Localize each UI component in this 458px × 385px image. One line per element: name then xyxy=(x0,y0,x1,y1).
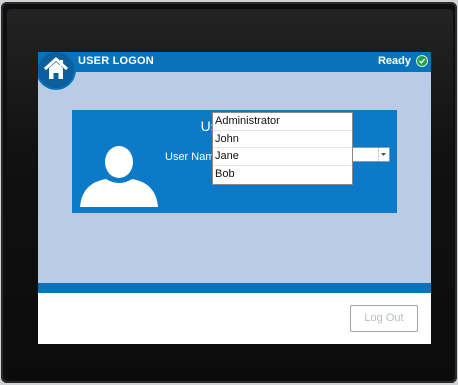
home-icon xyxy=(43,57,69,79)
ready-check-icon xyxy=(416,55,428,67)
footer-divider xyxy=(38,283,431,293)
home-button[interactable] xyxy=(38,52,74,88)
dropdown-toggle[interactable] xyxy=(378,148,389,161)
user-avatar-icon xyxy=(80,146,158,207)
footer-bar: Log Out xyxy=(38,293,431,344)
logout-button[interactable]: Log Out xyxy=(350,305,418,332)
chevron-down-icon xyxy=(381,153,386,156)
title-bar: USER LOGON Ready xyxy=(38,52,431,72)
user-name-dropdown-list: Administrator John Jane Bob xyxy=(212,112,353,185)
dropdown-option-administrator[interactable]: Administrator xyxy=(213,113,352,131)
page-title: USER LOGON xyxy=(78,55,154,67)
hmi-screen: USER LOGON Ready User logon User Name * … xyxy=(38,52,431,344)
dropdown-option-bob[interactable]: Bob xyxy=(213,166,352,184)
dropdown-option-jane[interactable]: Jane xyxy=(213,148,352,166)
status-text: Ready xyxy=(377,55,411,67)
dropdown-option-john[interactable]: John xyxy=(213,131,352,148)
